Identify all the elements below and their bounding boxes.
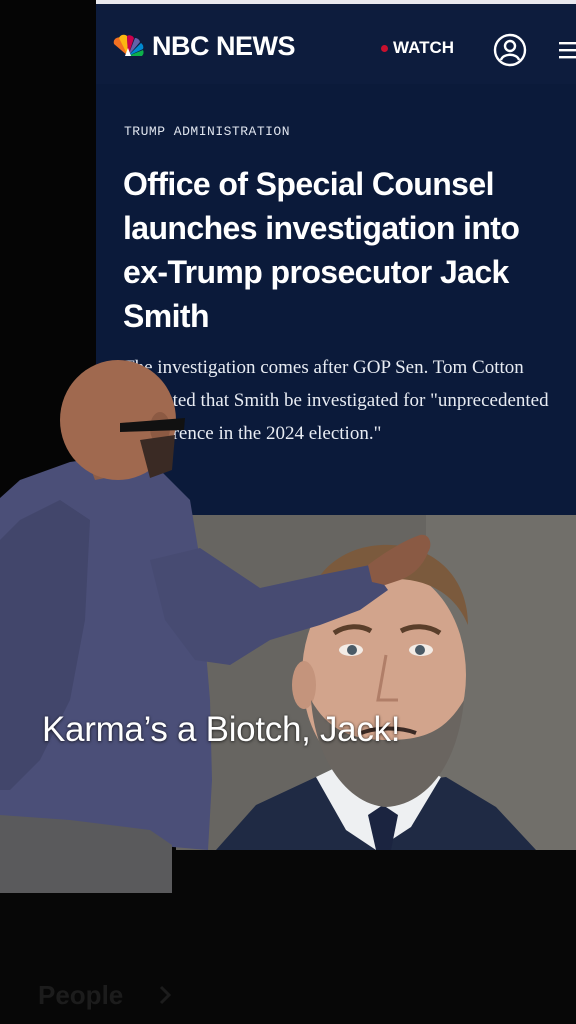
video-frame: NBC NEWS WATCH TRUMP ADMINISTRATION Offi… [0,0,576,1024]
presenter-figure [0,360,431,893]
overlay-caption: Karma’s a Biotch, Jack! [42,710,401,749]
